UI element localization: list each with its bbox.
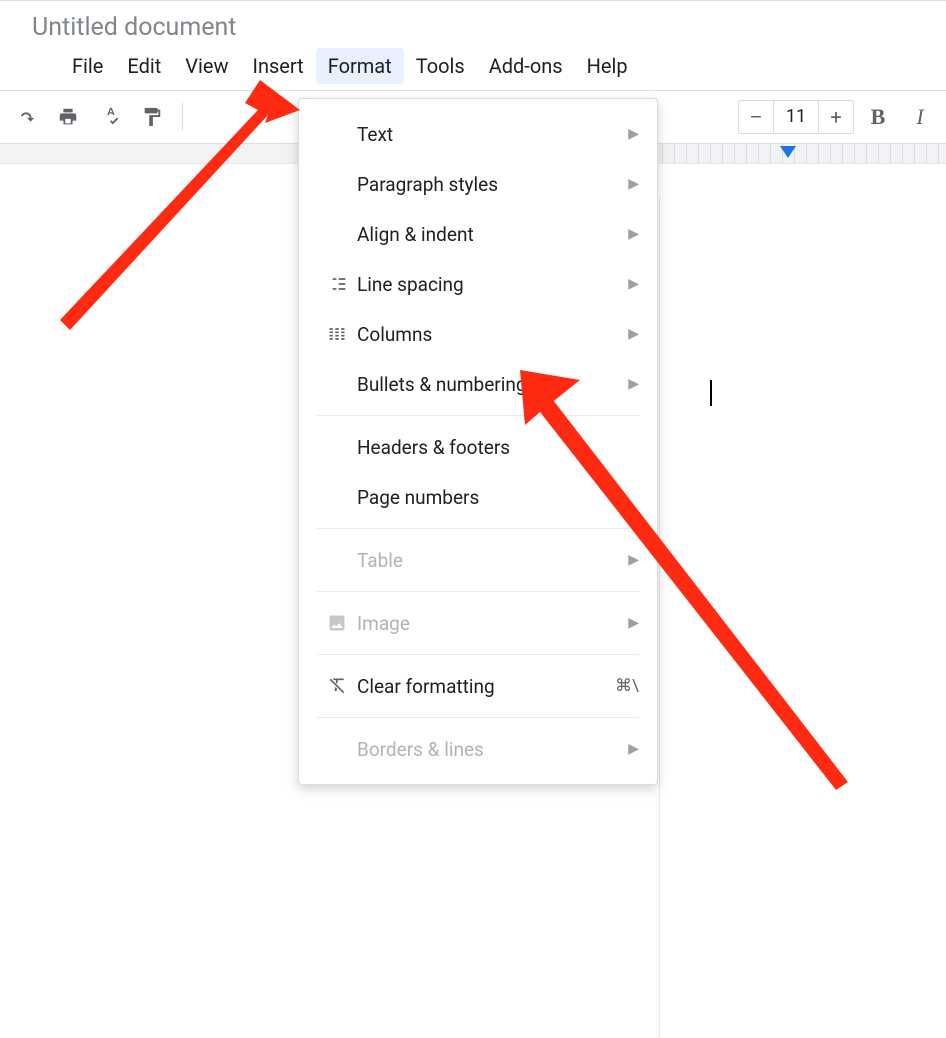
chevron-right-icon: ▶ [628, 276, 639, 292]
format-align-indent[interactable]: Align & indent ▶ [299, 209, 657, 259]
spellcheck-icon [99, 106, 121, 128]
menu-separator [317, 415, 639, 416]
format-page-numbers[interactable]: Page numbers [299, 472, 657, 522]
clear-formatting-shortcut: ⌘\ [615, 676, 639, 696]
format-bullets-numbering-label: Bullets & numbering [357, 373, 620, 396]
format-text[interactable]: Text ▶ [299, 109, 657, 159]
italic-button[interactable]: I [902, 99, 938, 135]
paint-roller-icon [141, 106, 163, 128]
menu-file[interactable]: File [60, 48, 115, 84]
format-borders-lines-label: Borders & lines [357, 738, 620, 761]
spellcheck-button[interactable] [92, 99, 128, 135]
format-text-label: Text [357, 123, 620, 146]
font-size-decrease[interactable]: – [739, 101, 773, 133]
format-borders-lines: Borders & lines ▶ [299, 724, 657, 774]
format-headers-footers-label: Headers & footers [357, 436, 639, 459]
menu-addons[interactable]: Add-ons [477, 48, 575, 84]
chevron-right-icon: ▶ [628, 552, 639, 568]
format-clear-formatting[interactable]: Clear formatting ⌘\ [299, 661, 657, 711]
format-table-label: Table [357, 549, 620, 572]
paint-format-button[interactable] [134, 99, 170, 135]
format-table: Table ▶ [299, 535, 657, 585]
menu-separator [317, 654, 639, 655]
font-size-value[interactable]: 11 [773, 101, 819, 133]
text-cursor [710, 380, 712, 406]
print-button[interactable] [50, 99, 86, 135]
format-dropdown: Text ▶ Paragraph styles ▶ Align & indent… [298, 98, 658, 785]
clear-format-icon [317, 676, 357, 696]
chevron-right-icon: ▶ [628, 326, 639, 342]
redo-button[interactable] [8, 99, 44, 135]
print-icon [57, 106, 79, 128]
menu-format[interactable]: Format [316, 48, 404, 84]
menu-insert[interactable]: Insert [241, 48, 316, 84]
chevron-right-icon: ▶ [628, 126, 639, 142]
menu-separator [317, 528, 639, 529]
chevron-right-icon: ▶ [628, 376, 639, 392]
font-size-increase[interactable]: + [819, 101, 853, 133]
menu-bar: File Edit View Insert Format Tools Add-o… [32, 44, 946, 90]
format-columns[interactable]: Columns ▶ [299, 309, 657, 359]
format-columns-label: Columns [357, 323, 620, 346]
format-paragraph-styles-label: Paragraph styles [357, 173, 620, 196]
line-spacing-icon [317, 274, 357, 294]
format-bullets-numbering[interactable]: Bullets & numbering ▶ [299, 359, 657, 409]
format-line-spacing[interactable]: Line spacing ▶ [299, 259, 657, 309]
format-line-spacing-label: Line spacing [357, 273, 620, 296]
format-headers-footers[interactable]: Headers & footers [299, 422, 657, 472]
format-page-numbers-label: Page numbers [357, 486, 639, 509]
chevron-right-icon: ▶ [628, 226, 639, 242]
chevron-right-icon: ▶ [628, 615, 639, 631]
menu-help[interactable]: Help [575, 48, 640, 84]
image-icon [317, 613, 357, 633]
document-title[interactable]: Untitled document [32, 9, 946, 44]
font-size-control: – 11 + [738, 100, 854, 134]
menu-separator [317, 591, 639, 592]
format-paragraph-styles[interactable]: Paragraph styles ▶ [299, 159, 657, 209]
menu-tools[interactable]: Tools [404, 48, 477, 84]
toolbar-separator [182, 103, 183, 131]
ruler-ticks [662, 144, 946, 163]
menu-view[interactable]: View [173, 48, 240, 84]
format-image: Image ▶ [299, 598, 657, 648]
ruler-indent-marker[interactable] [780, 146, 796, 158]
chevron-right-icon: ▶ [628, 741, 639, 757]
columns-icon [317, 324, 357, 344]
menu-separator [317, 717, 639, 718]
chevron-right-icon: ▶ [628, 176, 639, 192]
bold-button[interactable]: B [860, 99, 896, 135]
format-align-indent-label: Align & indent [357, 223, 620, 246]
redo-icon [15, 106, 37, 128]
menu-edit[interactable]: Edit [115, 48, 173, 84]
format-image-label: Image [357, 612, 620, 635]
format-clear-formatting-label: Clear formatting [357, 675, 615, 698]
